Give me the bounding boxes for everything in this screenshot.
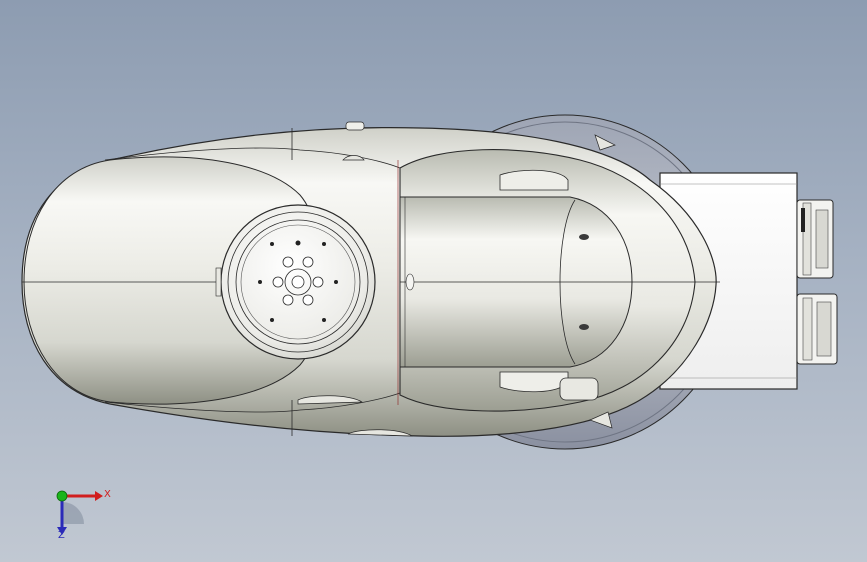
cad-viewport[interactable]: X Z <box>0 0 867 562</box>
x-axis-label: X <box>104 489 111 500</box>
cable-connector-bottom <box>796 293 838 365</box>
z-axis-label: Z <box>58 530 65 541</box>
y-axis-dot <box>56 490 68 502</box>
robot-arm-model[interactable] <box>0 0 867 562</box>
cable-connector-top <box>796 199 834 279</box>
orientation-triad: X Z <box>40 480 120 550</box>
